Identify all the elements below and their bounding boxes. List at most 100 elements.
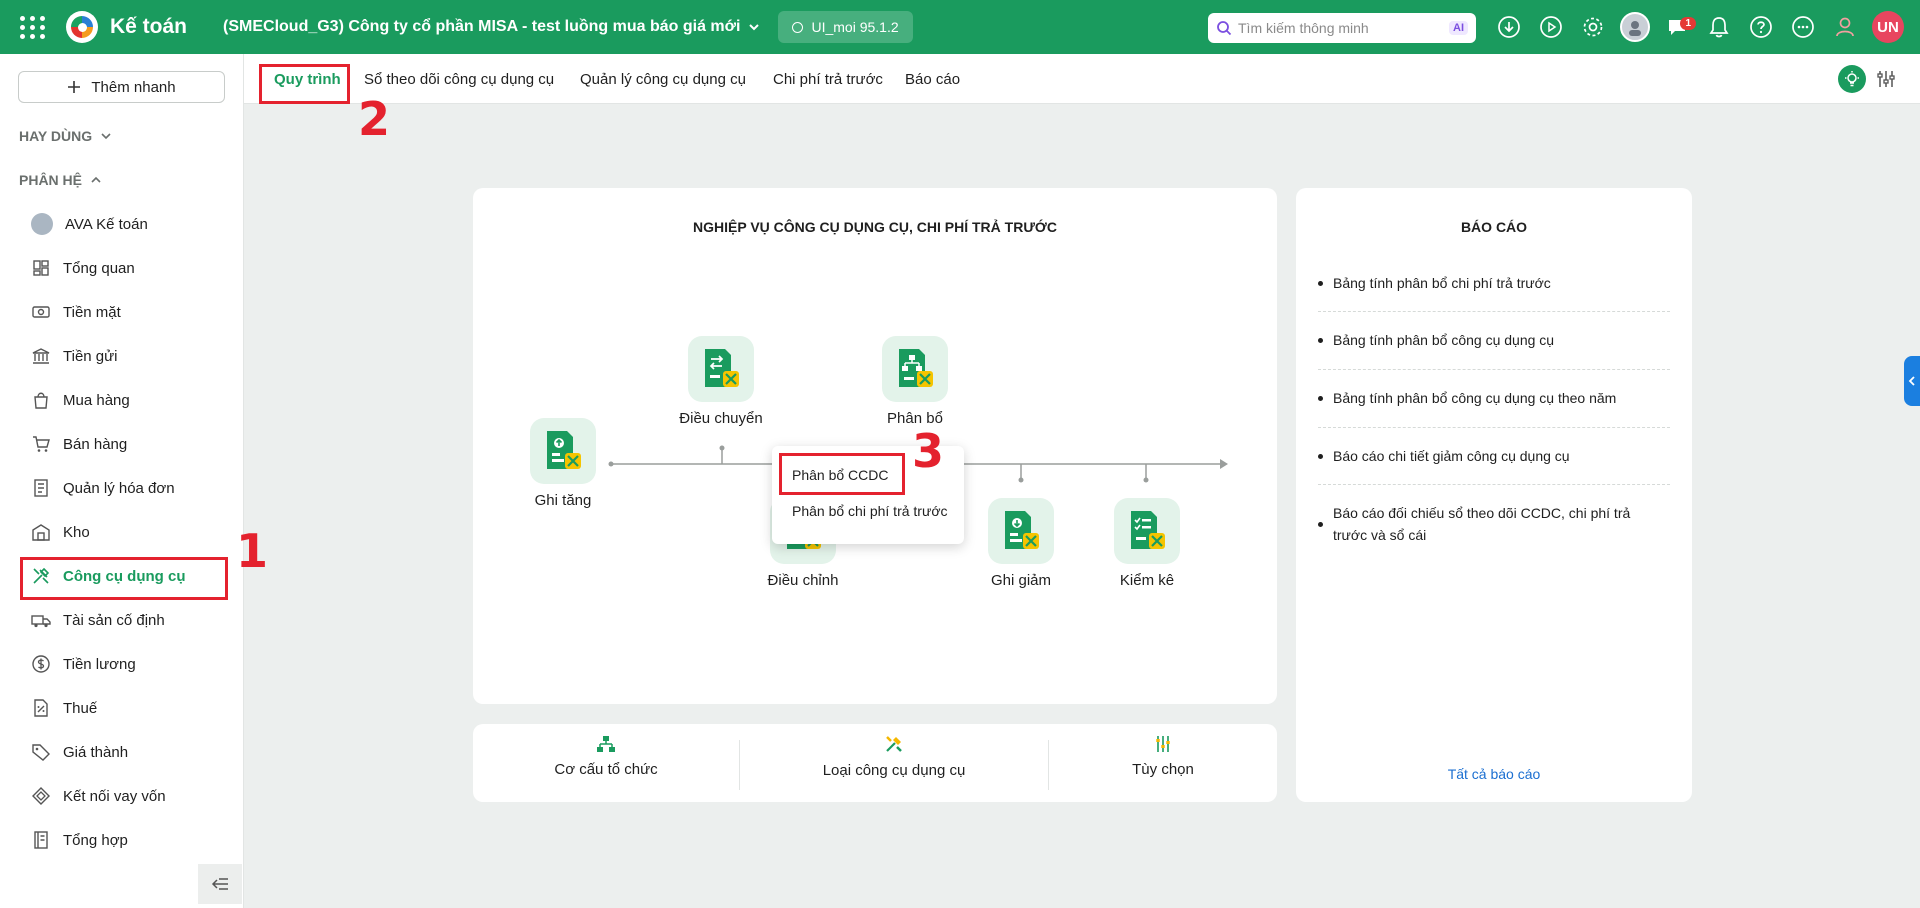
annotation-box-2 xyxy=(259,64,350,104)
help-icon[interactable] xyxy=(1746,11,1776,43)
process-title: NGHIỆP VỤ CÔNG CỤ DỤNG CỤ, CHI PHÍ TRẢ T… xyxy=(693,219,1057,235)
invoice-icon xyxy=(34,479,48,497)
company-name: (SMECloud_G3) Công ty cổ phần MISA - tes… xyxy=(223,18,741,35)
increase-doc-icon xyxy=(530,418,596,484)
lightbulb-icon[interactable] xyxy=(1838,65,1866,93)
smart-search[interactable]: AI xyxy=(1208,13,1476,43)
sidebar-item-ava[interactable]: AVA Kế toán xyxy=(21,205,225,243)
report-link[interactable]: Báo cáo đối chiếu sổ theo dõi CCDC, chi … xyxy=(1318,502,1648,546)
sidebar-item-label: Mua hàng xyxy=(63,391,130,409)
sidebar-item-overview[interactable]: Tổng quan xyxy=(21,249,225,287)
sidebar-item-deposit[interactable]: Tiền gửi xyxy=(21,337,225,375)
sidebar-item-payroll[interactable]: Tiền lương xyxy=(21,645,225,683)
tab-prepaid-expenses[interactable]: Chi phí trả trước xyxy=(773,54,883,104)
play-video-icon[interactable] xyxy=(1536,11,1566,43)
sidebar-item-loan[interactable]: Kết nối vay vốn xyxy=(21,777,225,815)
tab-tool-management[interactable]: Quản lý công cụ dụng cụ xyxy=(580,54,746,104)
ledger-icon xyxy=(34,831,48,849)
sidebar: Thêm nhanh HAY DÙNG PHÂN HỆ AVA Kế toán … xyxy=(0,54,244,908)
annotation-box-3 xyxy=(779,453,905,495)
tab-tool-ledger[interactable]: Sổ theo dõi công cụ dụng cụ xyxy=(364,54,554,104)
sidebar-item-tax[interactable]: Thuế xyxy=(21,689,225,727)
sidebar-item-warehouse[interactable]: Kho xyxy=(21,513,225,551)
modules-section-toggle[interactable]: PHÂN HỆ xyxy=(19,172,102,188)
search-input[interactable] xyxy=(1238,20,1449,36)
company-selector[interactable]: (SMECloud_G3) Công ty cổ phần MISA - tes… xyxy=(223,18,760,36)
chevron-up-icon xyxy=(91,176,101,183)
bell-icon[interactable] xyxy=(1704,11,1734,43)
options-sliders-icon xyxy=(1156,735,1170,752)
report-link[interactable]: Bảng tính phân bổ công cụ dụng cụ theo n… xyxy=(1318,387,1670,409)
user-profile-icon[interactable] xyxy=(1830,11,1860,43)
divider xyxy=(1318,311,1670,312)
transfer-doc-icon xyxy=(688,336,754,402)
dashboard-icon xyxy=(33,260,49,276)
user-avatar[interactable]: UN xyxy=(1872,11,1904,43)
more-options-icon[interactable] xyxy=(1788,11,1818,43)
sidebar-item-label: Tiền gửi xyxy=(63,347,118,365)
tab-reports[interactable]: Báo cáo xyxy=(905,54,960,104)
annotation-box-1 xyxy=(20,557,228,600)
bullet xyxy=(1318,281,1323,286)
apps-grid-icon[interactable] xyxy=(20,14,46,40)
tax-icon xyxy=(34,699,48,717)
annotation-number-3: 3 xyxy=(912,424,945,478)
node-dieu-chuyen[interactable]: Điều chuyển xyxy=(666,336,776,427)
node-phan-bo[interactable]: Phân bổ xyxy=(860,336,970,427)
truck-icon xyxy=(31,615,51,628)
collapse-sidebar-icon[interactable] xyxy=(198,864,242,904)
options-link[interactable]: Tùy chọn xyxy=(1049,726,1277,786)
org-structure-link[interactable]: Cơ cấu tổ chức xyxy=(473,726,739,786)
node-label: Điều chỉnh xyxy=(767,572,839,589)
node-ghi-giam[interactable]: Ghi giảm xyxy=(966,498,1076,589)
report-label: Báo cáo đối chiếu sổ theo dõi CCDC, chi … xyxy=(1333,505,1631,543)
category-label: Loại công cụ dụng cụ xyxy=(822,761,966,779)
bank-icon xyxy=(32,348,50,364)
plus-icon xyxy=(68,81,81,93)
menu-item-allocate-prepaid[interactable]: Phân bổ chi phí trả trước xyxy=(772,494,964,528)
node-ghi-tang[interactable]: Ghi tăng xyxy=(508,418,618,509)
frequent-section-toggle[interactable]: HAY DÙNG xyxy=(19,128,112,144)
report-link[interactable]: Bảng tính phân bổ công cụ dụng cụ xyxy=(1318,329,1670,351)
report-link[interactable]: Bảng tính phân bổ chi phí trả trước xyxy=(1318,272,1670,294)
price-tag-icon xyxy=(32,744,50,761)
sidebar-item-fixed-assets[interactable]: Tài sản cố định xyxy=(21,601,225,639)
category-label: Cơ cấu tổ chức xyxy=(554,760,658,778)
cart-icon xyxy=(33,436,50,452)
node-label: Điều chuyển xyxy=(679,410,763,427)
sidebar-item-cost[interactable]: Giá thành xyxy=(21,733,225,771)
search-sparkle-icon xyxy=(1217,21,1232,36)
sidebar-item-label: Kho xyxy=(63,523,90,541)
loan-icon xyxy=(32,787,50,805)
sidebar-item-sales[interactable]: Bán hàng xyxy=(21,425,225,463)
sidebar-item-label: Thuế xyxy=(63,699,98,717)
sidebar-item-label: Tiền mặt xyxy=(63,303,121,321)
report-label: Bảng tính phân bổ công cụ dụng cụ xyxy=(1333,332,1555,348)
assistant-avatar[interactable] xyxy=(1620,11,1650,43)
messages-icon[interactable]: 1 xyxy=(1662,11,1696,43)
category-label: Tùy chọn xyxy=(1132,760,1194,778)
bullet xyxy=(1318,396,1323,401)
sidebar-item-summary[interactable]: Tổng hợp xyxy=(21,821,225,859)
tools-yellow-icon xyxy=(886,735,902,752)
node-label: Kiểm kê xyxy=(1119,572,1175,589)
tool-types-link[interactable]: Loại công cụ dụng cụ xyxy=(740,726,1048,786)
node-kiem-ke[interactable]: Kiểm kê xyxy=(1092,498,1202,589)
divider xyxy=(1318,484,1670,485)
sidebar-item-cash[interactable]: Tiền mặt xyxy=(21,293,225,331)
quick-add-button[interactable]: Thêm nhanh xyxy=(18,71,225,103)
sidebar-item-purchase[interactable]: Mua hàng xyxy=(21,381,225,419)
settings-gear-icon[interactable] xyxy=(1578,11,1608,43)
node-label: Ghi giảm xyxy=(990,572,1052,589)
download-icon[interactable] xyxy=(1494,11,1524,43)
sidebar-item-invoices[interactable]: Quản lý hóa đơn xyxy=(21,469,225,507)
all-reports-link[interactable]: Tất cả báo cáo xyxy=(1296,766,1692,782)
version-badge[interactable]: UI_moi 95.1.2 xyxy=(778,11,913,43)
tab-bar: Quy trình Sổ theo dõi công cụ dụng cụ Qu… xyxy=(244,54,1920,104)
ai-badge[interactable]: AI xyxy=(1449,21,1468,35)
expand-panel-icon[interactable] xyxy=(1904,356,1920,406)
divider xyxy=(1318,369,1670,370)
report-link[interactable]: Báo cáo chi tiết giảm công cụ dụng cụ xyxy=(1318,445,1670,467)
customize-sliders-icon[interactable] xyxy=(1872,65,1900,93)
misa-logo xyxy=(66,11,98,43)
